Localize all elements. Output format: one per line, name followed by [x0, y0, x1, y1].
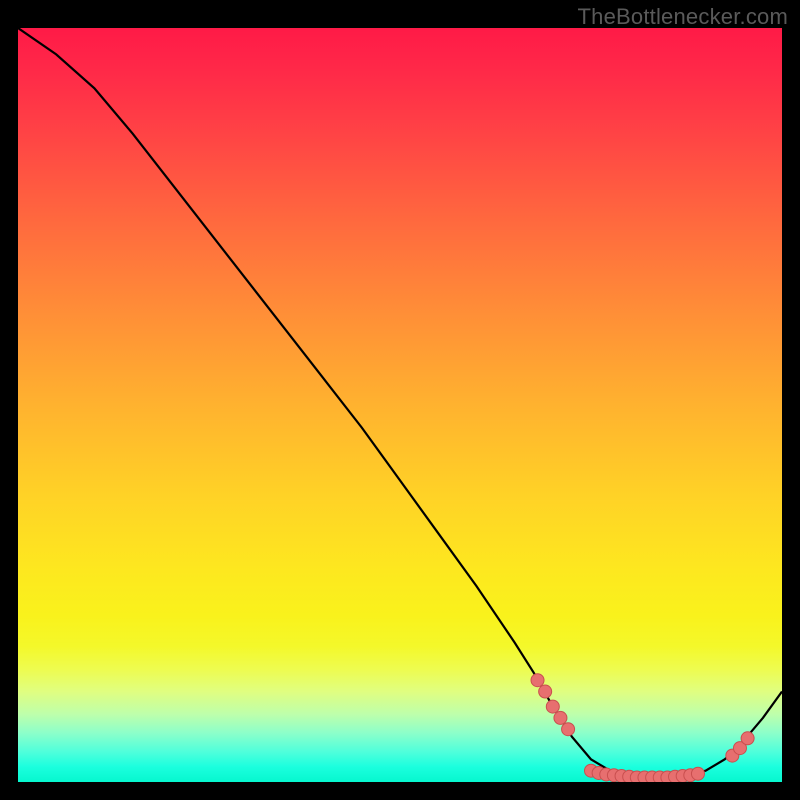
attribution-text: TheBottlenecker.com: [578, 4, 788, 30]
chart-marker: [741, 732, 754, 745]
chart-marker: [691, 767, 704, 780]
chart-marker: [546, 700, 559, 713]
chart-marker: [554, 711, 567, 724]
chart-plot-area: [18, 28, 782, 782]
chart-svg-overlay: [18, 28, 782, 782]
chart-marker: [562, 723, 575, 736]
chart-marker: [539, 685, 552, 698]
chart-markers: [531, 674, 754, 782]
chart-curve: [18, 28, 782, 778]
chart-marker: [531, 674, 544, 687]
